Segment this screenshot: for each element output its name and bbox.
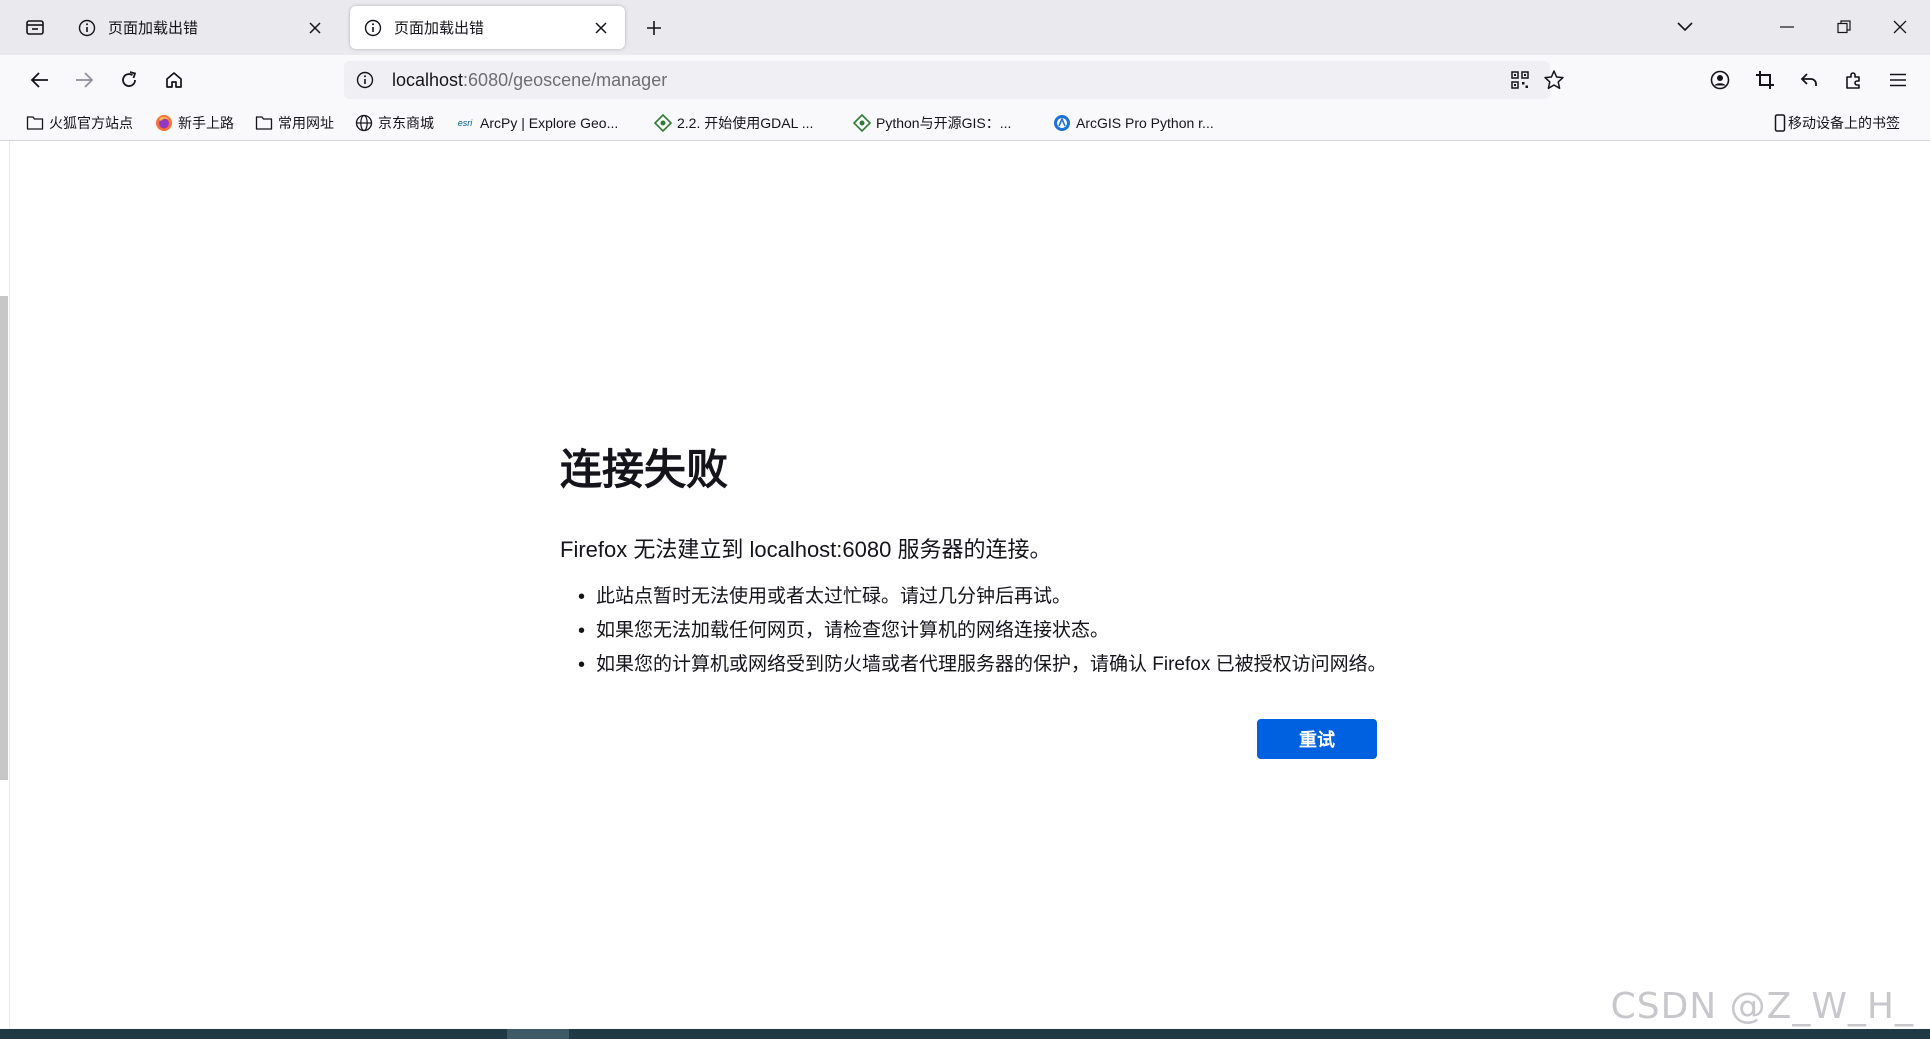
undo-icon: [1800, 73, 1817, 86]
info-icon: [364, 18, 384, 38]
list-item: 如果您的计算机或网络受到防火墙或者代理服务器的保护，请确认 Firefox 已被…: [578, 648, 1387, 682]
list-item: 如果您无法加载任何网页，请检查您计算机的网络连接状态。: [578, 614, 1387, 648]
arcgis-icon: [1053, 114, 1071, 132]
bookmark-item[interactable]: ArcGIS Pro Python r...: [1053, 112, 1214, 134]
bookmark-label: 2.2. 开始使用GDAL ...: [677, 115, 814, 131]
home-button[interactable]: [157, 63, 191, 97]
arrow-right-icon: [76, 72, 94, 88]
tab-bar: 页面加载出错 页面加载出错: [0, 0, 1930, 55]
restore-icon: [1837, 20, 1851, 34]
diamond-icon: [654, 114, 672, 132]
tab-title: 页面加载出错: [108, 20, 199, 37]
url-text[interactable]: localhost:6080/geoscene/manager: [392, 70, 667, 91]
bookmarks-toolbar: 火狐官方站点 新手上路 常用网址 京东商城 esri ArcPy | Explo…: [0, 105, 1930, 141]
info-icon: [78, 18, 98, 38]
globe-icon: [355, 114, 373, 132]
folder-icon: [255, 114, 273, 132]
bookmark-label: 京东商城: [378, 115, 434, 131]
qr-code-icon[interactable]: [1508, 68, 1532, 92]
chevron-down-icon: [1677, 22, 1693, 32]
puzzle-icon: [1846, 72, 1860, 89]
navigation-toolbar: localhost:6080/geoscene/manager: [0, 55, 1930, 105]
bookmark-item[interactable]: 火狐官方站点: [26, 112, 133, 134]
minimize-icon: [1780, 26, 1794, 28]
close-window-button[interactable]: [1883, 12, 1917, 42]
extensions-button[interactable]: [1837, 63, 1871, 97]
hamburger-menu-icon: [1890, 73, 1906, 87]
screenshot-button[interactable]: [1748, 63, 1782, 97]
bookmark-label: 火狐官方站点: [49, 115, 133, 131]
mobile-bookmarks[interactable]: 移动设备上的书签: [1774, 112, 1900, 134]
scrollbar-thumb[interactable]: [0, 296, 8, 780]
mobile-icon: [1774, 114, 1786, 132]
url-host: localhost: [392, 69, 464, 90]
tab-inactive[interactable]: 页面加载出错: [64, 6, 339, 49]
back-button[interactable]: [23, 63, 57, 97]
bookmark-label: 常用网址: [278, 115, 334, 131]
tab-title: 页面加载出错: [394, 20, 485, 37]
undo-close-tab-button[interactable]: [1792, 63, 1826, 97]
firefox-icon: [155, 114, 173, 132]
crop-icon: [1756, 71, 1774, 89]
error-suggestions: 此站点暂时无法使用或者太过忙碌。请过几分钟后再试。 如果您无法加载任何网页，请检…: [560, 580, 1387, 682]
error-description: Firefox 无法建立到 localhost:6080 服务器的连接。: [560, 537, 1052, 562]
bookmark-label: 新手上路: [178, 115, 234, 131]
restore-button[interactable]: [1827, 12, 1861, 42]
menu-button[interactable]: [1881, 63, 1915, 97]
arrow-left-icon: [30, 72, 48, 88]
bookmark-item[interactable]: 常用网址: [255, 112, 334, 134]
tab-overflow-button[interactable]: [1668, 12, 1702, 42]
esri-icon: esri: [457, 118, 473, 128]
retry-button[interactable]: 重试: [1257, 719, 1377, 759]
new-tab-button[interactable]: [640, 14, 668, 42]
minimize-button[interactable]: [1770, 12, 1804, 42]
bookmark-label: ArcGIS Pro Python r...: [1076, 115, 1214, 131]
reload-button[interactable]: [112, 63, 146, 97]
tab-list-button[interactable]: [18, 13, 52, 41]
diamond-icon: [853, 114, 871, 132]
bookmark-item[interactable]: Python与开源GIS：...: [853, 112, 1011, 134]
bookmark-item[interactable]: esri ArcPy | Explore Geo...: [455, 112, 619, 134]
close-icon[interactable]: [591, 18, 611, 38]
bookmark-star-icon[interactable]: [1542, 68, 1566, 92]
address-bar[interactable]: localhost:6080/geoscene/manager: [344, 61, 1564, 99]
home-icon: [166, 72, 182, 88]
tab-list-icon: [26, 20, 44, 35]
tab-active[interactable]: 页面加载出错: [350, 6, 625, 49]
bookmark-item[interactable]: 2.2. 开始使用GDAL ...: [654, 112, 813, 134]
reload-icon: [122, 71, 137, 87]
bookmark-item[interactable]: 京东商城: [355, 112, 434, 134]
bookmark-label: 移动设备上的书签: [1788, 115, 1900, 131]
url-path: :6080/geoscene/manager: [463, 69, 668, 90]
bookmark-item[interactable]: 新手上路: [155, 112, 234, 134]
watermark: CSDN @Z_W_H_: [1610, 986, 1914, 1027]
forward-button[interactable]: [67, 63, 101, 97]
taskbar-strip: [0, 1029, 1930, 1039]
account-icon: [1710, 70, 1730, 90]
plus-icon: [647, 21, 661, 35]
site-info-icon[interactable]: [354, 69, 376, 91]
folder-icon: [26, 114, 44, 132]
bookmark-label: Python与开源GIS：...: [876, 115, 1012, 131]
account-button[interactable]: [1703, 63, 1737, 97]
bookmark-label: ArcPy | Explore Geo...: [480, 115, 619, 131]
list-item: 此站点暂时无法使用或者太过忙碌。请过几分钟后再试。: [578, 580, 1387, 614]
close-icon[interactable]: [305, 18, 325, 38]
close-icon: [1893, 20, 1907, 34]
error-title: 连接失败: [560, 446, 729, 493]
taskbar-segment: [507, 1029, 569, 1039]
